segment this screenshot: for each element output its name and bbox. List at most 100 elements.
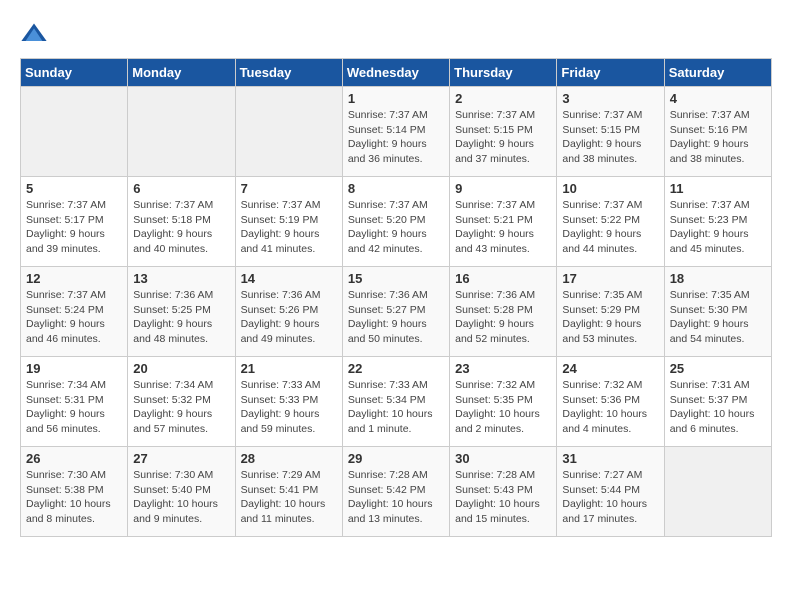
day-info: Sunrise: 7:36 AM Sunset: 5:28 PM Dayligh…: [455, 288, 551, 347]
day-number: 8: [348, 181, 444, 196]
day-info: Sunrise: 7:31 AM Sunset: 5:37 PM Dayligh…: [670, 378, 766, 437]
calendar-day: 19Sunrise: 7:34 AM Sunset: 5:31 PM Dayli…: [21, 357, 128, 447]
calendar-day: 7 Sunrise: 7:37 AM Sunset: 5:19 PM Daylig…: [235, 177, 342, 267]
day-number: 28: [241, 451, 337, 466]
weekday-header: Sunday: [21, 59, 128, 87]
calendar-table: SundayMondayTuesdayWednesdayThursdayFrid…: [20, 58, 772, 537]
calendar-day: [235, 87, 342, 177]
day-number: 1: [348, 91, 444, 106]
day-number: 31: [562, 451, 658, 466]
day-number: 19: [26, 361, 122, 376]
calendar-day: 21 Sunrise: 7:33 AM Sunset: 5:33 PM Dayli…: [235, 357, 342, 447]
day-number: 4: [670, 91, 766, 106]
day-number: 3: [562, 91, 658, 106]
calendar-week: 12Sunrise: 7:37 AM Sunset: 5:24 PM Dayli…: [21, 267, 772, 357]
day-info: Sunrise: 7:32 AM Sunset: 5:36 PM Dayligh…: [562, 378, 658, 437]
day-number: 9: [455, 181, 551, 196]
calendar-day: 17 Sunrise: 7:35 AM Sunset: 5:29 PM Dayli…: [557, 267, 664, 357]
weekday-header: Wednesday: [342, 59, 449, 87]
day-info: Sunrise: 7:37 AM Sunset: 5:20 PM Dayligh…: [348, 198, 444, 257]
day-number: 12: [26, 271, 122, 286]
day-number: 29: [348, 451, 444, 466]
logo: [20, 20, 52, 48]
logo-icon: [20, 20, 48, 48]
day-info: Sunrise: 7:34 AM Sunset: 5:32 PM Dayligh…: [133, 378, 229, 437]
day-number: 27: [133, 451, 229, 466]
calendar-day: 26 Sunrise: 7:30 AM Sunset: 5:38 PM Dayli…: [21, 447, 128, 537]
calendar-day: 11Sunrise: 7:37 AM Sunset: 5:23 PM Dayli…: [664, 177, 771, 267]
calendar-day: 14Sunrise: 7:36 AM Sunset: 5:26 PM Dayli…: [235, 267, 342, 357]
calendar-day: 27 Sunrise: 7:30 AM Sunset: 5:40 PM Dayli…: [128, 447, 235, 537]
day-number: 2: [455, 91, 551, 106]
calendar-week: 19Sunrise: 7:34 AM Sunset: 5:31 PM Dayli…: [21, 357, 772, 447]
day-info: Sunrise: 7:30 AM Sunset: 5:40 PM Dayligh…: [133, 468, 229, 527]
calendar-day: 20 Sunrise: 7:34 AM Sunset: 5:32 PM Dayli…: [128, 357, 235, 447]
calendar-week: 26 Sunrise: 7:30 AM Sunset: 5:38 PM Dayli…: [21, 447, 772, 537]
calendar-day: 30 Sunrise: 7:28 AM Sunset: 5:43 PM Dayli…: [450, 447, 557, 537]
day-info: Sunrise: 7:32 AM Sunset: 5:35 PM Dayligh…: [455, 378, 551, 437]
calendar-day: 12Sunrise: 7:37 AM Sunset: 5:24 PM Dayli…: [21, 267, 128, 357]
weekday-header: Tuesday: [235, 59, 342, 87]
day-number: 13: [133, 271, 229, 286]
day-number: 17: [562, 271, 658, 286]
day-number: 21: [241, 361, 337, 376]
calendar-week: 1Sunrise: 7:37 AM Sunset: 5:14 PM Daylig…: [21, 87, 772, 177]
calendar-day: 13 Sunrise: 7:36 AM Sunset: 5:25 PM Dayli…: [128, 267, 235, 357]
day-number: 26: [26, 451, 122, 466]
weekday-header: Thursday: [450, 59, 557, 87]
day-info: Sunrise: 7:37 AM Sunset: 5:16 PM Dayligh…: [670, 108, 766, 167]
day-number: 23: [455, 361, 551, 376]
calendar-day: 28 Sunrise: 7:29 AM Sunset: 5:41 PM Dayli…: [235, 447, 342, 537]
calendar-day: 15 Sunrise: 7:36 AM Sunset: 5:27 PM Dayli…: [342, 267, 449, 357]
calendar-week: 5Sunrise: 7:37 AM Sunset: 5:17 PM Daylig…: [21, 177, 772, 267]
calendar-day: 10 Sunrise: 7:37 AM Sunset: 5:22 PM Dayli…: [557, 177, 664, 267]
day-number: 10: [562, 181, 658, 196]
calendar-day: 4 Sunrise: 7:37 AM Sunset: 5:16 PM Daylig…: [664, 87, 771, 177]
calendar-day: 1Sunrise: 7:37 AM Sunset: 5:14 PM Daylig…: [342, 87, 449, 177]
day-info: Sunrise: 7:37 AM Sunset: 5:15 PM Dayligh…: [562, 108, 658, 167]
day-info: Sunrise: 7:37 AM Sunset: 5:22 PM Dayligh…: [562, 198, 658, 257]
day-number: 15: [348, 271, 444, 286]
day-info: Sunrise: 7:28 AM Sunset: 5:43 PM Dayligh…: [455, 468, 551, 527]
calendar-day: [128, 87, 235, 177]
calendar-day: 2Sunrise: 7:37 AM Sunset: 5:15 PM Daylig…: [450, 87, 557, 177]
calendar-day: 29 Sunrise: 7:28 AM Sunset: 5:42 PM Dayli…: [342, 447, 449, 537]
weekday-header: Saturday: [664, 59, 771, 87]
day-info: Sunrise: 7:35 AM Sunset: 5:30 PM Dayligh…: [670, 288, 766, 347]
day-info: Sunrise: 7:35 AM Sunset: 5:29 PM Dayligh…: [562, 288, 658, 347]
page-header: [20, 20, 772, 48]
day-number: 30: [455, 451, 551, 466]
calendar-day: 23 Sunrise: 7:32 AM Sunset: 5:35 PM Dayli…: [450, 357, 557, 447]
weekday-header: Monday: [128, 59, 235, 87]
calendar-day: 22Sunrise: 7:33 AM Sunset: 5:34 PM Dayli…: [342, 357, 449, 447]
day-number: 25: [670, 361, 766, 376]
day-info: Sunrise: 7:36 AM Sunset: 5:25 PM Dayligh…: [133, 288, 229, 347]
calendar-day: 3 Sunrise: 7:37 AM Sunset: 5:15 PM Daylig…: [557, 87, 664, 177]
day-info: Sunrise: 7:37 AM Sunset: 5:19 PM Dayligh…: [241, 198, 337, 257]
day-info: Sunrise: 7:36 AM Sunset: 5:27 PM Dayligh…: [348, 288, 444, 347]
calendar-body: 1Sunrise: 7:37 AM Sunset: 5:14 PM Daylig…: [21, 87, 772, 537]
calendar-day: 31 Sunrise: 7:27 AM Sunset: 5:44 PM Dayli…: [557, 447, 664, 537]
calendar-day: 25 Sunrise: 7:31 AM Sunset: 5:37 PM Dayli…: [664, 357, 771, 447]
calendar-day: 9Sunrise: 7:37 AM Sunset: 5:21 PM Daylig…: [450, 177, 557, 267]
calendar-day: 16Sunrise: 7:36 AM Sunset: 5:28 PM Dayli…: [450, 267, 557, 357]
day-number: 5: [26, 181, 122, 196]
calendar-header: SundayMondayTuesdayWednesdayThursdayFrid…: [21, 59, 772, 87]
weekday-header: Friday: [557, 59, 664, 87]
day-info: Sunrise: 7:30 AM Sunset: 5:38 PM Dayligh…: [26, 468, 122, 527]
calendar-day: [21, 87, 128, 177]
header-row: SundayMondayTuesdayWednesdayThursdayFrid…: [21, 59, 772, 87]
day-number: 11: [670, 181, 766, 196]
day-info: Sunrise: 7:37 AM Sunset: 5:18 PM Dayligh…: [133, 198, 229, 257]
calendar-day: 8 Sunrise: 7:37 AM Sunset: 5:20 PM Daylig…: [342, 177, 449, 267]
day-info: Sunrise: 7:28 AM Sunset: 5:42 PM Dayligh…: [348, 468, 444, 527]
day-info: Sunrise: 7:33 AM Sunset: 5:34 PM Dayligh…: [348, 378, 444, 437]
calendar-day: 5Sunrise: 7:37 AM Sunset: 5:17 PM Daylig…: [21, 177, 128, 267]
day-info: Sunrise: 7:27 AM Sunset: 5:44 PM Dayligh…: [562, 468, 658, 527]
day-number: 7: [241, 181, 337, 196]
day-info: Sunrise: 7:33 AM Sunset: 5:33 PM Dayligh…: [241, 378, 337, 437]
day-number: 20: [133, 361, 229, 376]
day-number: 24: [562, 361, 658, 376]
day-info: Sunrise: 7:29 AM Sunset: 5:41 PM Dayligh…: [241, 468, 337, 527]
day-number: 6: [133, 181, 229, 196]
